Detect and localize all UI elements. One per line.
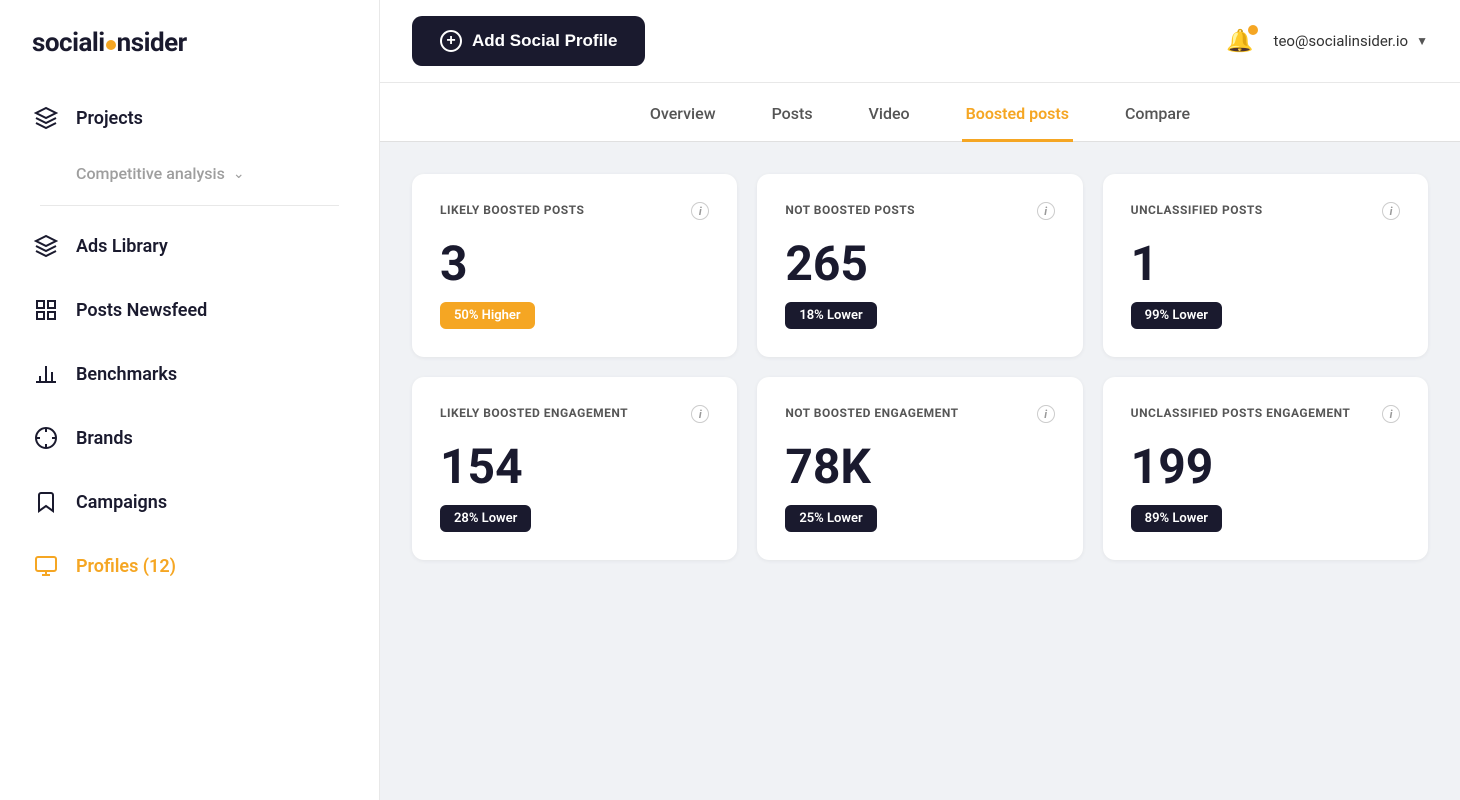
campaigns-label: Campaigns bbox=[76, 492, 167, 513]
stat-title-3: UNCLASSIFIED POSTS bbox=[1131, 202, 1263, 219]
sidebar-item-ads-library[interactable]: Ads Library bbox=[20, 214, 359, 278]
competitive-label: Competitive analysis bbox=[76, 164, 225, 183]
tab-compare[interactable]: Compare bbox=[1121, 104, 1194, 142]
notification-badge bbox=[1248, 25, 1258, 35]
stat-value-3: 1 bbox=[1131, 240, 1400, 288]
info-icon-5[interactable]: i bbox=[1037, 405, 1055, 423]
header-right: 🔔 teo@socialinsider.io ▼ bbox=[1226, 29, 1428, 54]
main-content: + Add Social Profile 🔔 teo@socialinsider… bbox=[380, 0, 1460, 800]
sidebar-item-brands[interactable]: Brands bbox=[20, 406, 359, 470]
info-icon-4[interactable]: i bbox=[691, 405, 709, 423]
info-icon-1[interactable]: i bbox=[691, 202, 709, 220]
notifications-bell[interactable]: 🔔 bbox=[1226, 29, 1253, 54]
stat-badge-6: 89% Lower bbox=[1131, 505, 1222, 532]
add-profile-label: Add Social Profile bbox=[472, 31, 617, 51]
crosshair-icon bbox=[32, 424, 60, 452]
stats-grid: LIKELY BOOSTED POSTS i 3 50% Higher NOT … bbox=[412, 174, 1428, 560]
stat-value-4: 154 bbox=[440, 443, 709, 491]
projects-label: Projects bbox=[76, 108, 143, 129]
stat-value-2: 265 bbox=[785, 240, 1054, 288]
stat-card-unclassified-posts: UNCLASSIFIED POSTS i 1 99% Lower bbox=[1103, 174, 1428, 357]
info-icon-6[interactable]: i bbox=[1382, 405, 1400, 423]
info-icon-2[interactable]: i bbox=[1037, 202, 1055, 220]
sidebar-item-competitive[interactable]: Competitive analysis ⌄ bbox=[20, 150, 359, 197]
stat-badge-1: 50% Higher bbox=[440, 302, 535, 329]
stat-card-header-3: UNCLASSIFIED POSTS i bbox=[1131, 202, 1400, 220]
sidebar-item-benchmarks[interactable]: Benchmarks bbox=[20, 342, 359, 406]
stat-value-6: 199 bbox=[1131, 443, 1400, 491]
stat-badge-4: 28% Lower bbox=[440, 505, 531, 532]
tab-posts[interactable]: Posts bbox=[768, 104, 817, 142]
tabs-bar: Overview Posts Video Boosted posts Compa… bbox=[380, 83, 1460, 142]
stat-card-unclassified-engagement: UNCLASSIFIED POSTS ENGAGEMENT i 199 89% … bbox=[1103, 377, 1428, 560]
ads-library-label: Ads Library bbox=[76, 236, 168, 257]
header: + Add Social Profile 🔔 teo@socialinsider… bbox=[380, 0, 1460, 83]
content-area: LIKELY BOOSTED POSTS i 3 50% Higher NOT … bbox=[380, 142, 1460, 800]
stat-badge-2: 18% Lower bbox=[785, 302, 876, 329]
divider-1 bbox=[40, 205, 339, 206]
stat-card-not-boosted-posts: NOT BOOSTED POSTS i 265 18% Lower bbox=[757, 174, 1082, 357]
chevron-right-icon: ⌄ bbox=[233, 166, 245, 182]
stat-card-not-boosted-engagement: NOT BOOSTED ENGAGEMENT i 78K 25% Lower bbox=[757, 377, 1082, 560]
profile-icon bbox=[32, 552, 60, 580]
stat-title-2: NOT BOOSTED POSTS bbox=[785, 202, 915, 219]
sidebar-item-projects[interactable]: Projects bbox=[20, 86, 359, 150]
layers-icon bbox=[32, 104, 60, 132]
stat-value-5: 78K bbox=[785, 443, 1054, 491]
plus-circle-icon: + bbox=[440, 30, 462, 52]
brands-label: Brands bbox=[76, 428, 133, 449]
stat-value-1: 3 bbox=[440, 240, 709, 288]
stat-card-likely-boosted-posts: LIKELY BOOSTED POSTS i 3 50% Higher bbox=[412, 174, 737, 357]
stat-card-header-4: LIKELY BOOSTED ENGAGEMENT i bbox=[440, 405, 709, 423]
stat-card-header-6: UNCLASSIFIED POSTS ENGAGEMENT i bbox=[1131, 405, 1400, 423]
layers2-icon bbox=[32, 232, 60, 260]
tab-boosted-posts[interactable]: Boosted posts bbox=[962, 104, 1073, 142]
chevron-down-icon: ▼ bbox=[1416, 34, 1428, 48]
user-email: teo@socialinsider.io bbox=[1274, 32, 1409, 50]
sidebar-item-campaigns[interactable]: Campaigns bbox=[20, 470, 359, 534]
stat-badge-3: 99% Lower bbox=[1131, 302, 1222, 329]
user-menu[interactable]: teo@socialinsider.io ▼ bbox=[1274, 32, 1428, 50]
stat-card-header-1: LIKELY BOOSTED POSTS i bbox=[440, 202, 709, 220]
stat-card-likely-boosted-engagement: LIKELY BOOSTED ENGAGEMENT i 154 28% Lowe… bbox=[412, 377, 737, 560]
stat-badge-5: 25% Lower bbox=[785, 505, 876, 532]
stat-title-5: NOT BOOSTED ENGAGEMENT bbox=[785, 405, 958, 422]
logo-area: socialinsider bbox=[0, 0, 379, 86]
tab-video[interactable]: Video bbox=[865, 104, 914, 142]
stat-card-header-5: NOT BOOSTED ENGAGEMENT i bbox=[785, 405, 1054, 423]
posts-newsfeed-label: Posts Newsfeed bbox=[76, 300, 207, 321]
bar-chart-icon bbox=[32, 360, 60, 388]
stat-title-4: LIKELY BOOSTED ENGAGEMENT bbox=[440, 405, 628, 422]
sidebar: socialinsider Projects Competitive analy… bbox=[0, 0, 380, 800]
benchmarks-label: Benchmarks bbox=[76, 364, 177, 385]
stat-card-header-2: NOT BOOSTED POSTS i bbox=[785, 202, 1054, 220]
stat-title-6: UNCLASSIFIED POSTS ENGAGEMENT bbox=[1131, 405, 1351, 422]
sidebar-item-posts-newsfeed[interactable]: Posts Newsfeed bbox=[20, 278, 359, 342]
info-icon-3[interactable]: i bbox=[1382, 202, 1400, 220]
logo-text: socialinsider bbox=[32, 28, 187, 58]
sidebar-nav: Projects Competitive analysis ⌄ Ads Libr… bbox=[0, 86, 379, 800]
profiles-label: Profiles (12) bbox=[76, 556, 176, 577]
stat-title-1: LIKELY BOOSTED POSTS bbox=[440, 202, 584, 219]
add-profile-button[interactable]: + Add Social Profile bbox=[412, 16, 645, 66]
tab-overview[interactable]: Overview bbox=[646, 104, 720, 142]
grid-icon bbox=[32, 296, 60, 324]
sidebar-item-profiles[interactable]: Profiles (12) bbox=[20, 534, 359, 598]
bookmark-icon bbox=[32, 488, 60, 516]
